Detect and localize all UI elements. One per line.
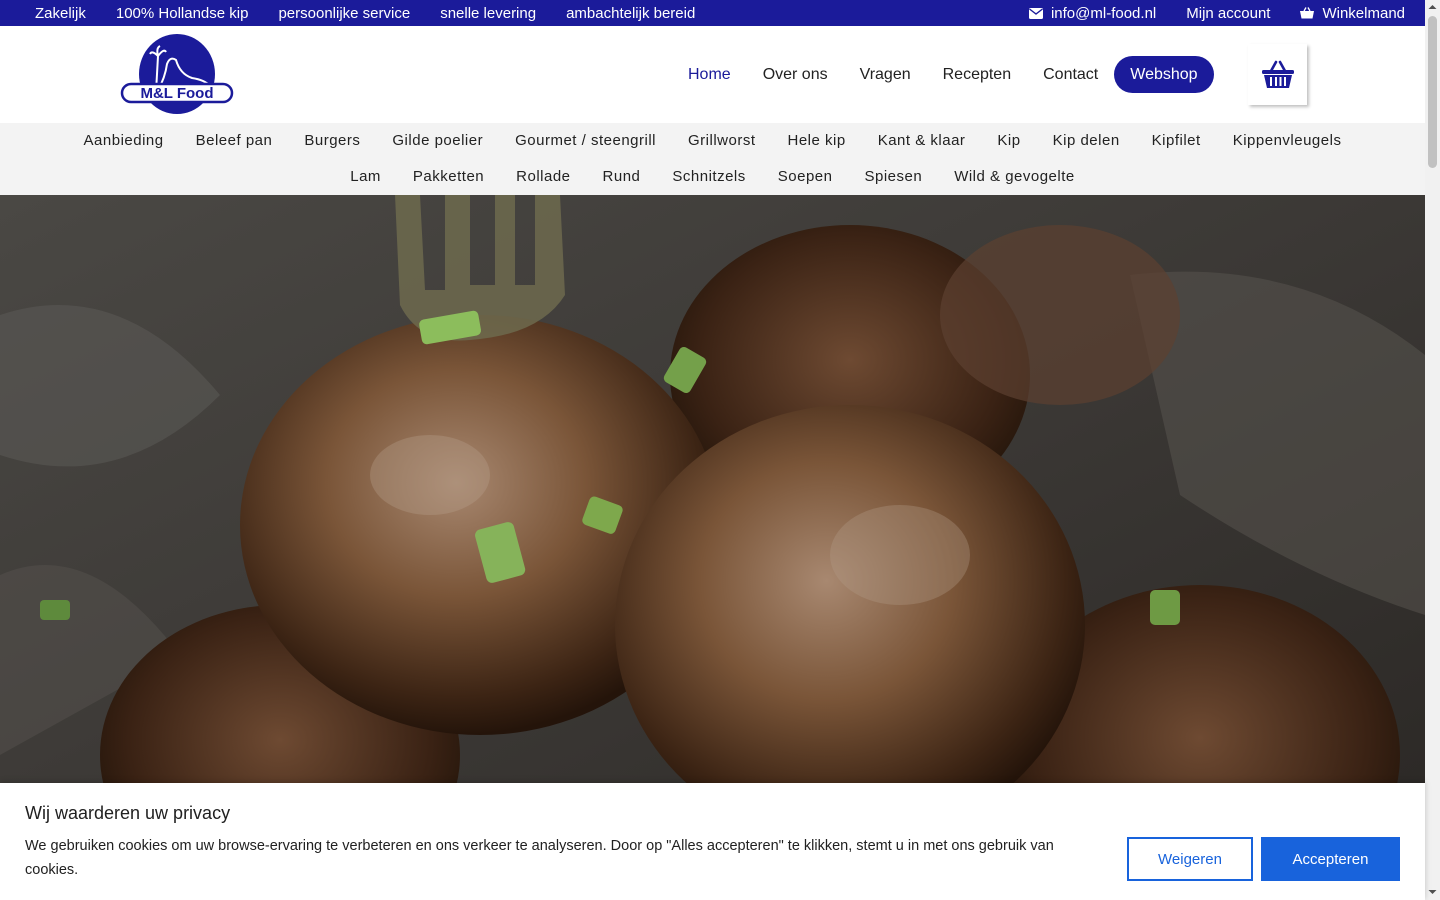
logo[interactable]: M&L Food [120, 34, 234, 116]
category-kippenvleugels[interactable]: Kippenvleugels [1217, 132, 1358, 149]
top-bar: Zakelijk 100% Hollandse kip persoonlijke… [0, 0, 1425, 26]
cart-link[interactable]: Winkelmand [1300, 5, 1405, 22]
account-text: Mijn account [1186, 4, 1271, 22]
category-rund[interactable]: Rund [587, 168, 657, 185]
category-spiesen[interactable]: Spiesen [848, 168, 938, 185]
category-row: Aanbieding Beleef pan Burgers Gilde poel… [0, 132, 1425, 149]
logo-text: M&L Food [140, 85, 213, 102]
nav-recepten[interactable]: Recepten [927, 66, 1028, 84]
account-link[interactable]: Mijn account [1186, 5, 1270, 22]
usp-persoonlijke-service: persoonlijke service [278, 4, 411, 22]
category-schnitzels[interactable]: Schnitzels [656, 168, 761, 185]
category-lam[interactable]: Lam [334, 168, 397, 185]
category-beleef-pan[interactable]: Beleef pan [180, 132, 289, 149]
deny-cookies-button[interactable]: Weigeren [1127, 837, 1253, 881]
category-kip[interactable]: Kip [981, 132, 1036, 149]
cookie-title: Wij waarderen uw privacy [25, 803, 231, 823]
category-gourmet[interactable]: Gourmet / steengrill [499, 132, 672, 149]
cart-text: Winkelmand [1322, 4, 1405, 22]
category-aanbieding[interactable]: Aanbieding [68, 132, 180, 149]
scrollbar-thumb[interactable] [1428, 16, 1437, 168]
accept-cookies-button[interactable]: Accepteren [1261, 837, 1400, 881]
nav-home[interactable]: Home [672, 66, 747, 84]
usp-list: Zakelijk 100% Hollandse kip persoonlijke… [20, 0, 710, 26]
email-link[interactable]: info@ml-food.nl [1028, 4, 1157, 22]
category-wild-gevogelte[interactable]: Wild & gevogelte [938, 168, 1091, 185]
envelope-icon [1028, 7, 1043, 19]
category-soepen[interactable]: Soepen [762, 168, 849, 185]
category-kipfilet[interactable]: Kipfilet [1136, 132, 1217, 149]
category-row: Lam Pakketten Rollade Rund Schnitzels So… [0, 168, 1425, 185]
category-burgers[interactable]: Burgers [288, 132, 376, 149]
nav-contact[interactable]: Contact [1027, 66, 1114, 84]
category-kip-delen[interactable]: Kip delen [1037, 132, 1136, 149]
usp-zakelijk-link[interactable]: Zakelijk [20, 5, 101, 22]
category-rollade[interactable]: Rollade [500, 168, 586, 185]
category-nav: Aanbieding Beleef pan Burgers Gilde poel… [0, 123, 1425, 195]
basket-icon [1300, 7, 1315, 19]
category-pakketten[interactable]: Pakketten [397, 168, 500, 185]
webshop-button[interactable]: Webshop [1114, 56, 1214, 93]
nav-over-ons[interactable]: Over ons [747, 66, 844, 84]
header: M&L Food Home Over ons Vragen Recepten C… [0, 26, 1425, 123]
usp-hollandse-kip: 100% Hollandse kip [115, 4, 249, 22]
cart-button[interactable] [1248, 44, 1307, 105]
category-kant-klaar[interactable]: Kant & klaar [862, 132, 982, 149]
shopping-basket-icon [1261, 60, 1294, 88]
main-nav: Home Over ons Vragen Recepten Contact We… [672, 56, 1214, 93]
usp-ambachtelijk: ambachtelijk bereid [566, 4, 696, 22]
cookie-text: We gebruiken cookies om uw browse-ervari… [25, 838, 1054, 878]
category-gilde-poelier[interactable]: Gilde poelier [376, 132, 499, 149]
cookie-banner: Wij waarderen uw privacy We gebruiken co… [0, 783, 1425, 900]
category-grillworst[interactable]: Grillworst [672, 132, 772, 149]
scroll-down-arrow-icon[interactable] [1427, 887, 1438, 897]
category-hele-kip[interactable]: Hele kip [772, 132, 862, 149]
usp-snelle-levering: snelle levering [440, 4, 537, 22]
scroll-up-arrow-icon[interactable] [1427, 2, 1438, 12]
email-text: info@ml-food.nl [1050, 4, 1157, 22]
nav-vragen[interactable]: Vragen [844, 66, 927, 84]
